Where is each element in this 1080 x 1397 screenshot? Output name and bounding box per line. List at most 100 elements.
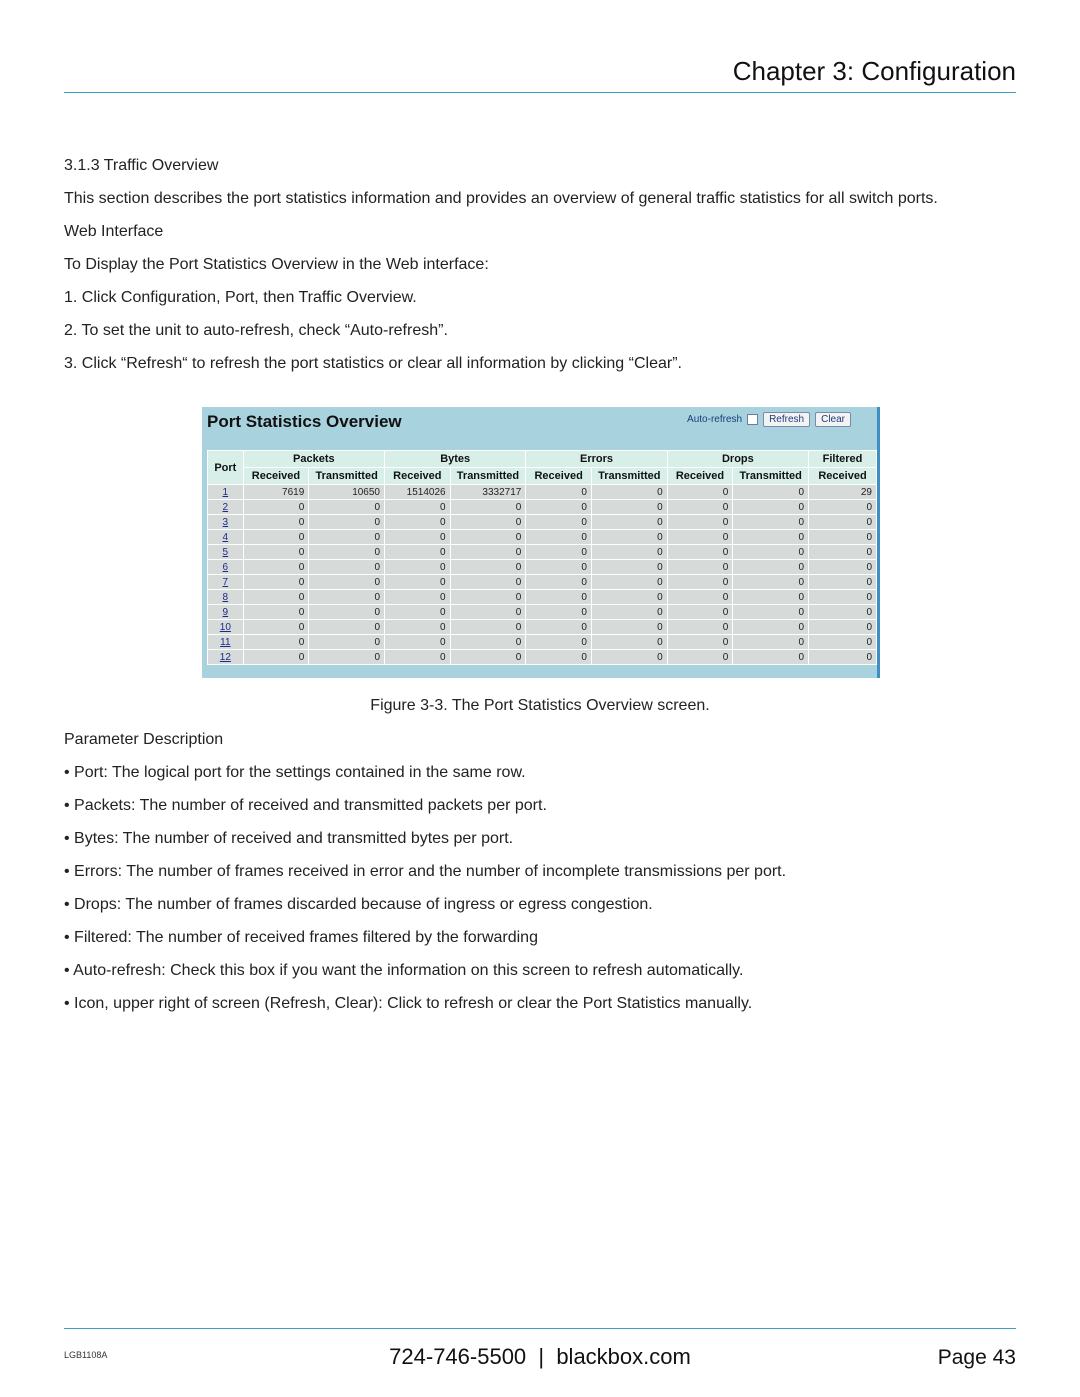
param-term: Packets — [74, 797, 131, 814]
section-title: 3.1.3 Traffic Overview — [64, 157, 219, 174]
step: 2. To set the unit to auto-refresh, chec… — [64, 322, 448, 339]
port-stats-table: Port Packets Bytes Errors Drops Filtered… — [207, 450, 877, 665]
col-filtered: Filtered — [808, 450, 877, 468]
port-link-text[interactable]: 2 — [223, 502, 229, 513]
stat-cell: 3332717 — [449, 484, 527, 500]
port-link-text[interactable]: 12 — [220, 652, 231, 663]
stat-cell: 0 — [590, 589, 668, 605]
bullet: • — [64, 995, 75, 1012]
stat-cell: 0 — [242, 559, 310, 575]
stat-cell: 0 — [242, 649, 310, 665]
port-link[interactable]: 5 — [207, 544, 244, 560]
page-number: Page 43 — [937, 1346, 1016, 1369]
stat-cell: 0 — [525, 529, 592, 545]
stat-cell: 0 — [732, 604, 810, 620]
stat-cell: 0 — [308, 529, 385, 545]
stat-cell: 0 — [449, 544, 527, 560]
stat-cell: 0 — [308, 499, 385, 515]
stat-cell: 0 — [666, 529, 734, 545]
stat-cell: 0 — [449, 499, 527, 515]
auto-refresh-checkbox[interactable] — [747, 414, 759, 425]
param-item: • Auto-refresh: Check this box if you wa… — [64, 960, 1016, 981]
port-link[interactable]: 2 — [207, 499, 244, 515]
stat-cell: 0 — [308, 589, 385, 605]
bullet: • — [64, 962, 74, 979]
port-link-text[interactable]: 5 — [223, 547, 229, 558]
col-packets: Packets — [242, 450, 386, 468]
stat-cell: 0 — [808, 589, 877, 605]
stat-cell: 0 — [242, 544, 310, 560]
port-link[interactable]: 3 — [207, 514, 244, 530]
stat-cell: 0 — [666, 589, 734, 605]
table-row: 3000000000 — [207, 514, 877, 530]
param-item: • Drops: The number of frames discarded … — [64, 894, 1016, 915]
stat-cell: 0 — [590, 544, 668, 560]
stat-cell: 0 — [384, 514, 451, 530]
stat-cell: 0 — [666, 514, 734, 530]
port-link[interactable]: 7 — [207, 574, 244, 590]
stat-cell: 0 — [525, 499, 592, 515]
stat-cell: 0 — [666, 619, 734, 635]
figure-controls: Auto-refresh Refresh Clear — [687, 412, 851, 427]
stat-cell: 0 — [525, 484, 592, 500]
stat-cell: 0 — [666, 574, 734, 590]
port-link[interactable]: 9 — [207, 604, 244, 620]
stat-cell: 0 — [308, 649, 385, 665]
port-link-text[interactable]: 4 — [223, 532, 229, 543]
stat-cell: 0 — [384, 559, 451, 575]
refresh-button[interactable]: Refresh — [763, 412, 811, 427]
stat-cell: 0 — [525, 649, 592, 665]
port-link-text[interactable]: 6 — [223, 562, 229, 573]
clear-button[interactable]: Clear — [815, 412, 851, 427]
subheader-received: Received — [666, 467, 734, 485]
stat-cell: 0 — [242, 604, 310, 620]
param-term: Bytes — [74, 830, 115, 847]
params-heading: Parameter Description — [64, 731, 224, 748]
port-link-text[interactable]: 9 — [223, 607, 229, 618]
section-content: 3.1.3 Traffic Overview This section desc… — [64, 155, 1016, 386]
stat-cell: 0 — [666, 604, 734, 620]
port-link-text[interactable]: 7 — [223, 577, 229, 588]
param-item: • Filtered: The number of received frame… — [64, 927, 1016, 948]
port-link[interactable]: 8 — [207, 589, 244, 605]
stat-cell: 0 — [449, 514, 527, 530]
stat-cell: 0 — [384, 544, 451, 560]
stat-cell: 0 — [242, 514, 310, 530]
subheader-transmitted: Transmitted — [308, 467, 385, 485]
table-row: 5000000000 — [207, 544, 877, 560]
table-row: 2000000000 — [207, 499, 877, 515]
port-link[interactable]: 1 — [207, 484, 244, 500]
stat-cell: 0 — [242, 499, 310, 515]
stat-cell: 0 — [666, 544, 734, 560]
table-row: 9000000000 — [207, 604, 877, 620]
stat-cell: 0 — [308, 559, 385, 575]
port-link-text[interactable]: 11 — [220, 637, 230, 648]
bullet: • — [64, 797, 75, 814]
stat-cell: 0 — [449, 649, 527, 665]
port-link[interactable]: 4 — [207, 529, 244, 545]
subheader-received: Received — [242, 467, 310, 485]
stat-cell: 0 — [590, 559, 668, 575]
port-link-text[interactable]: 8 — [223, 592, 229, 603]
port-link-text[interactable]: 1 — [223, 487, 229, 498]
stat-cell: 29 — [808, 484, 877, 500]
port-link[interactable]: 10 — [207, 619, 244, 635]
step: 3. Click “Refresh“ to refresh the port s… — [64, 355, 682, 372]
stat-cell: 0 — [525, 574, 592, 590]
stat-cell: 0 — [732, 559, 810, 575]
stat-cell: 0 — [666, 634, 734, 650]
stat-cell: 0 — [449, 604, 527, 620]
stat-cell: 0 — [808, 604, 877, 620]
param-term: Errors — [74, 863, 118, 880]
stat-cell: 0 — [732, 649, 810, 665]
port-link-text[interactable]: 3 — [223, 517, 229, 528]
port-link-text[interactable]: 10 — [220, 622, 231, 633]
port-link[interactable]: 11 — [207, 634, 244, 650]
port-link[interactable]: 12 — [207, 649, 244, 665]
col-drops: Drops — [666, 450, 810, 468]
port-link[interactable]: 6 — [207, 559, 244, 575]
stat-cell: 0 — [242, 619, 310, 635]
param-desc: : Check this box if you want the informa… — [161, 962, 744, 979]
param-term: Port — [74, 764, 104, 781]
col-bytes: Bytes — [383, 450, 527, 468]
